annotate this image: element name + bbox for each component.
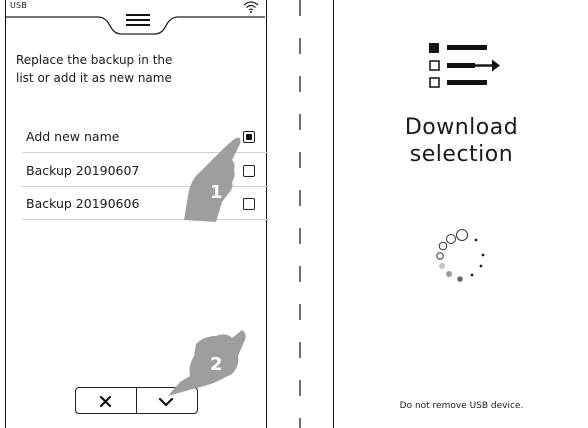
intro-line-1: Replace the backup in the: [16, 53, 173, 67]
list-item-label: Backup 20190607: [26, 163, 140, 178]
checkmark-icon: [159, 397, 173, 407]
step-number-1: 1: [210, 182, 223, 203]
list-selection-icon: [429, 43, 500, 88]
list-item-label: Backup 20190606: [26, 196, 140, 211]
list-item-label: Add new name: [26, 129, 120, 144]
tap-hand-icon-step-1: 1: [184, 137, 241, 222]
intro-text: Replace the backup in the list or add it…: [16, 51, 246, 87]
phone-screen-left: USB Replace the backup in the list or ad…: [5, 0, 268, 428]
usb-warning-text: Do not remove USB device.: [399, 401, 524, 411]
download-selection-title: Download selection: [334, 114, 588, 168]
x-icon: [100, 396, 111, 407]
title-line-1: Download: [404, 115, 519, 140]
intro-line-2: list or add it as new name: [16, 71, 172, 85]
step-number-2: 2: [210, 354, 223, 375]
phone-screen-right: Download selection Do not remove USB dev…: [333, 0, 588, 428]
screen-divider: [299, 0, 301, 428]
title-line-2: selection: [409, 142, 514, 167]
loading-spinner-icon: [436, 229, 485, 282]
tap-hand-icon-step-2: 2: [168, 330, 246, 396]
cancel-button[interactable]: [75, 387, 136, 414]
hamburger-menu-icon[interactable]: [125, 13, 151, 27]
